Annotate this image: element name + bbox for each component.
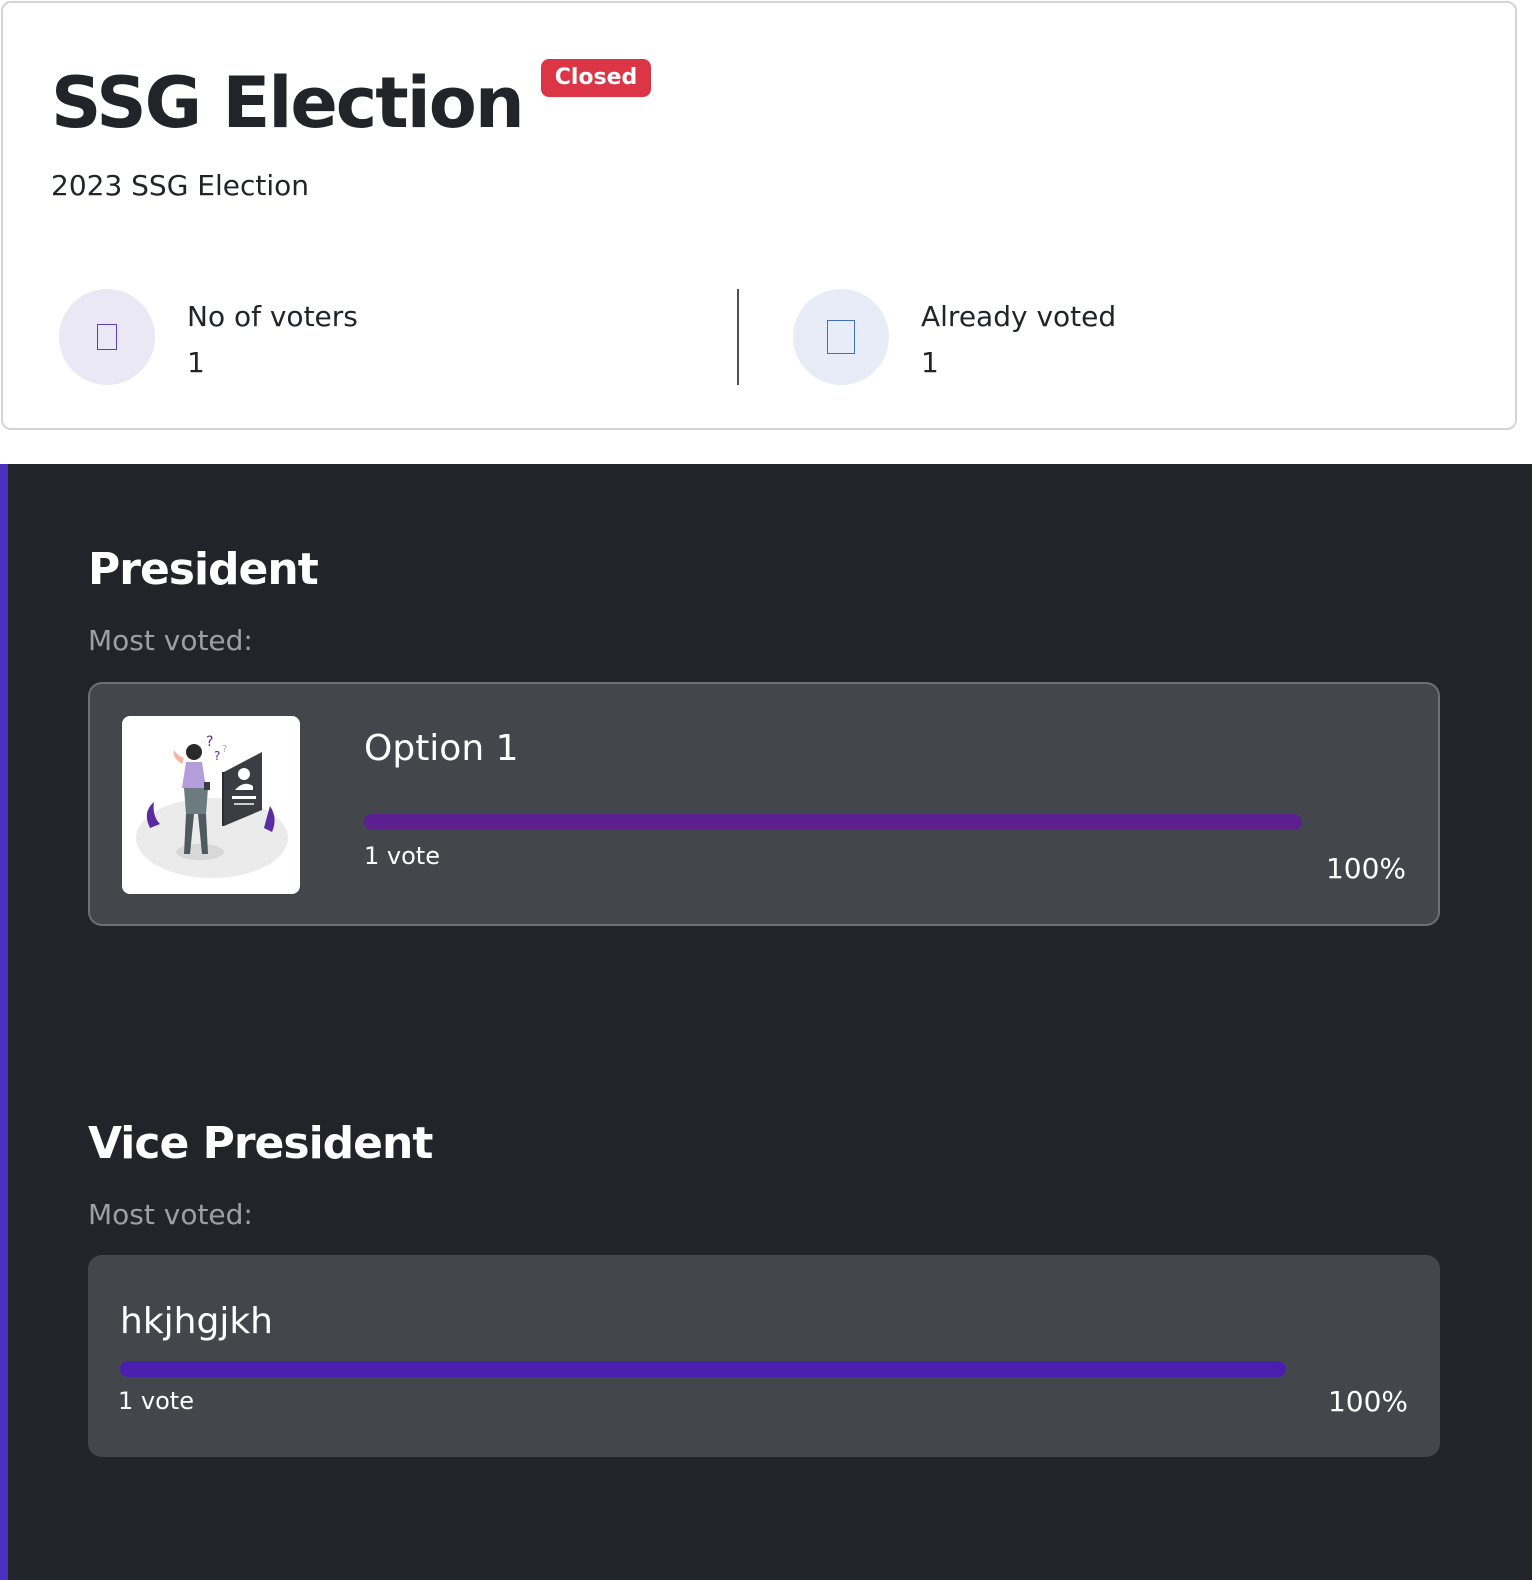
svg-text:?: ? [206, 734, 213, 750]
most-voted-label: Most voted: [88, 624, 253, 657]
results-accent-bar [0, 464, 8, 1580]
vote-count: 1 vote [364, 842, 440, 870]
position-title-president: President [88, 544, 319, 595]
candidate-name: hkjhgjkh [120, 1301, 273, 1342]
position-title-vice-president: Vice President [88, 1118, 433, 1169]
election-header-card: SSG Election Closed 2023 SSG Election No… [1, 1, 1517, 430]
stat-voters: No of voters 1 [59, 289, 358, 385]
vote-progress-fill [364, 814, 1302, 830]
vote-progress-bar [364, 814, 1302, 830]
most-voted-label: Most voted: [88, 1198, 253, 1231]
title-row: SSG Election Closed [51, 55, 652, 151]
stat-voters-label: No of voters [187, 300, 358, 333]
results-section: President Most voted: ? ? ? Option 1 1 v… [0, 464, 1532, 1580]
candidate-card: hkjhgjkh 1 vote 100% [88, 1255, 1440, 1457]
vote-progress-fill [120, 1361, 1286, 1377]
candidate-name: Option 1 [364, 728, 519, 769]
users-icon [59, 289, 155, 385]
stat-voted-value: 1 [921, 346, 939, 379]
status-badge: Closed [540, 59, 652, 97]
stats-divider [737, 289, 739, 385]
stat-voted-label: Already voted [921, 300, 1117, 333]
election-title: SSG Election [51, 62, 525, 144]
vote-percentage: 100% [1325, 852, 1406, 885]
election-description: 2023 SSG Election [51, 169, 310, 202]
vote-count: 1 vote [118, 1387, 194, 1415]
svg-text:?: ? [214, 749, 220, 763]
vote-progress-bar [120, 1361, 1286, 1377]
stat-voters-value: 1 [187, 346, 205, 379]
stat-voted: Already voted 1 [793, 289, 1116, 385]
ballot-icon [793, 289, 889, 385]
candidate-card: ? ? ? Option 1 1 vote 100% [88, 682, 1440, 926]
candidate-image: ? ? ? [122, 716, 300, 894]
svg-text:?: ? [222, 744, 227, 755]
vote-percentage: 100% [1327, 1385, 1408, 1418]
